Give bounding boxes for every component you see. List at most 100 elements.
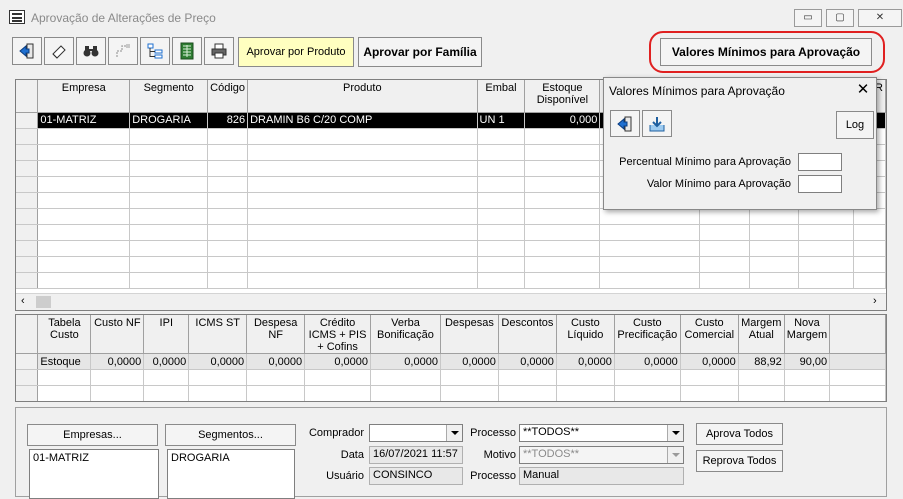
col-estoque-disponivel[interactable]: Estoque Disponível [524,80,601,113]
cost-column-header[interactable]: ICMS ST [188,315,248,354]
table-cell [699,256,750,273]
table-cell [207,256,249,273]
scroll-right-icon[interactable]: › [873,295,877,307]
table-row[interactable] [16,385,886,401]
table-row[interactable] [16,256,886,273]
table-cell [247,160,478,177]
close-button[interactable]: ✕ [858,9,902,27]
comprador-select[interactable] [369,424,463,442]
aprova-todos-button[interactable]: Aprova Todos [696,423,783,445]
list-item[interactable]: DROGARIA [171,452,291,464]
table-cell: 01-MATRIZ [37,112,131,129]
hierarchy-button[interactable] [140,37,170,65]
col-produto[interactable]: Produto [247,80,478,113]
col-segmento[interactable]: Segmento [129,80,209,113]
products-hscrollbar[interactable]: ‹ › [16,293,886,310]
table-cell [247,176,478,193]
empresas-button[interactable]: Empresas... [27,424,158,446]
table-cell [798,224,855,241]
list-item[interactable]: 01-MATRIZ [33,452,155,464]
empresas-list[interactable]: 01-MATRIZ [29,449,159,499]
table-cell [440,385,499,401]
usuario-label: Usuário [326,470,364,482]
table-cell [477,272,526,289]
processo-select[interactable]: **TODOS** [519,424,684,442]
cost-column-header[interactable]: Custo Comercial [680,315,739,354]
row-indicator [16,256,39,273]
table-row[interactable] [16,208,886,225]
minimize-button[interactable]: ▭ [794,9,822,27]
motivo-select[interactable]: **TODOS** [519,446,684,464]
cost-column-header[interactable]: IPI [143,315,190,354]
valores-minimos-button[interactable]: Valores Mínimos para Aprovação [660,38,872,66]
table-cell [37,369,92,386]
maximize-button[interactable]: ▢ [826,9,854,27]
cost-column-header[interactable]: Margem Atual [738,315,785,354]
cost-column-header[interactable]: Descontos [498,315,557,354]
reprova-todos-button[interactable]: Reprova Todos [696,450,783,472]
cost-column-header[interactable]: Custo NF [90,315,145,354]
cost-column-header[interactable]: Custo Líquido [556,315,615,354]
tree-button[interactable] [108,37,138,65]
table-row[interactable] [16,224,886,241]
table-row[interactable] [16,369,886,386]
table-cell [370,385,441,401]
dialog-exit-button[interactable] [610,110,640,137]
table-cell [524,128,601,145]
cost-column-header[interactable]: Verba Bonificação [370,315,441,354]
table-cell [524,144,601,161]
table-cell [37,144,131,161]
table-row[interactable]: Estoque 0,0000 0,0000 0,0000 0,0000 0,0000 0,0… [16,353,886,370]
exit-icon [617,116,632,131]
table-cell [749,224,800,241]
table-cell: 88,92 [738,353,785,370]
table-cell [599,240,700,257]
aprovar-por-familia-button[interactable]: Aprovar por Família [358,37,482,67]
cost-column-header[interactable]: Crédito ICMS + PIS + Cofins [304,315,371,354]
table-cell: 826 [207,112,249,129]
cost-column-header[interactable]: Tabela Custo [37,315,92,354]
processo2-field: Manual [519,467,684,485]
table-row[interactable] [16,272,886,289]
table-row[interactable] [16,240,886,257]
segmentos-list[interactable]: DROGARIA [167,449,295,499]
costs-grid[interactable]: Tabela Custo Custo NF IPI ICMS ST Despesa NF… [15,314,887,402]
table-cell [207,160,249,177]
scroll-thumb[interactable] [36,296,51,308]
table-cell: 0,0000 [143,353,190,370]
table-cell [524,192,601,209]
window-title: Aprovação de Alterações de Preço [31,11,216,25]
row-indicator [16,208,39,225]
dialog-save-button[interactable] [642,110,672,137]
aprovar-por-produto-button[interactable]: Aprovar por Produto [238,37,354,67]
table-cell: 0,0000 [614,353,681,370]
percentual-minimo-input[interactable] [798,153,842,171]
cost-column-header[interactable]: Despesas [440,315,499,354]
print-button[interactable] [204,37,234,65]
table-cell [247,128,478,145]
chevron-down-icon[interactable] [667,425,683,441]
col-embal[interactable]: Embal [477,80,526,113]
cost-column-header[interactable]: Nova Margem [784,315,831,354]
cost-column-header[interactable]: Custo Precificação [614,315,681,354]
segmentos-button[interactable]: Segmentos... [165,424,296,446]
exit-icon [19,43,34,59]
chevron-down-icon[interactable] [446,425,462,441]
scroll-left-icon[interactable]: ‹ [21,295,25,307]
log-button[interactable]: Log [836,111,874,139]
clear-button[interactable] [44,37,74,65]
col-empresa[interactable]: Empresa [37,80,131,113]
search-button[interactable] [76,37,106,65]
spreadsheet-button[interactable] [172,37,202,65]
table-cell: 0,0000 [440,353,499,370]
table-cell [614,385,681,401]
exit-button[interactable] [12,37,42,65]
cost-column-header[interactable]: Despesa NF [246,315,306,354]
col-codigo[interactable]: Código [207,80,249,113]
table-cell [37,176,131,193]
dialog-close-icon[interactable]: ✕ [854,81,872,99]
processo2-label: Processo [470,470,516,482]
valor-minimo-input[interactable] [798,175,842,193]
percentual-minimo-label: Percentual Mínimo para Aprovação [619,156,791,168]
table-cell [853,208,886,225]
